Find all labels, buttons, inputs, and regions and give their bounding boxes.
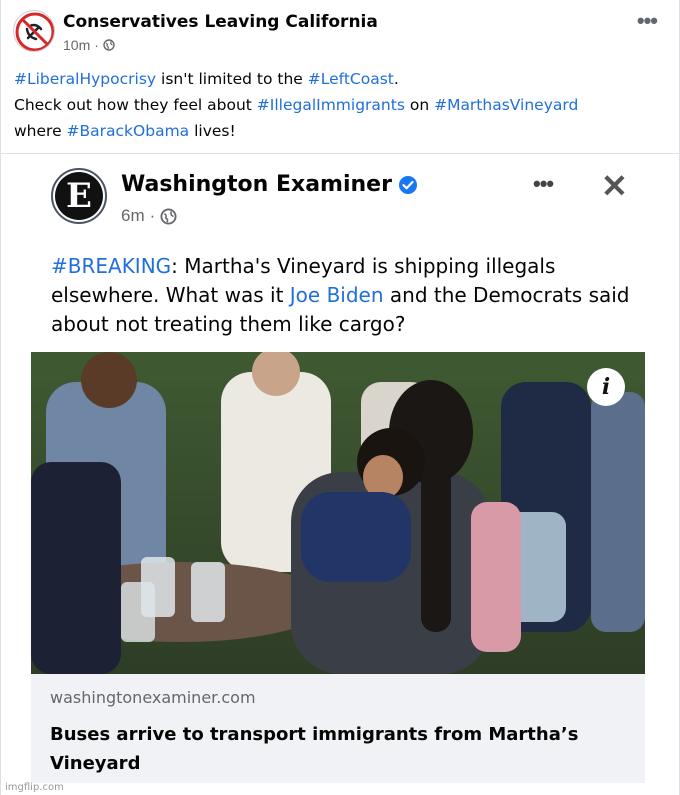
post-header: Conservatives Leaving California 10m · •… [13,10,669,60]
hashtag-link[interactable]: #BarackObama [67,122,190,140]
shared-post-meta: 6m · [121,206,177,226]
post-text-fragment: on [404,96,435,114]
hashtag-link[interactable]: #LeftCoast [308,70,394,88]
post-meta: 10m · [63,37,115,53]
shared-post: E Washington Examiner 6m · ••• ✕ #BREAKI… [31,156,645,783]
more-options-button[interactable]: ••• [637,10,658,32]
post-text: #LiberalHypocrisy isn't limited to the #… [14,66,654,144]
imgflip-watermark: imgflip.com [5,782,64,793]
info-button[interactable]: i [587,368,625,406]
page-avatar[interactable] [13,10,55,52]
globe-icon[interactable] [103,39,115,51]
link-preview[interactable]: washingtonexaminer.com Buses arrive to t… [31,674,645,783]
post-text-fragment: . [393,70,399,88]
globe-icon[interactable] [160,207,177,225]
post-text-fragment: where [14,122,67,140]
news-photo[interactable]: i [31,352,645,674]
page-name[interactable]: Conservatives Leaving California [63,12,378,32]
close-icon[interactable]: ✕ [601,170,628,202]
divider [1,153,680,154]
publisher-logo: E [55,172,103,220]
publisher-name[interactable]: Washington Examiner [121,172,392,197]
post-text-fragment: isn't limited to the [156,70,308,88]
link-title[interactable]: Buses arrive to transport immigrants fro… [50,720,610,778]
hashtag-link[interactable]: #BREAKING [51,254,171,278]
hashtag-link[interactable]: #LiberalHypocrisy [14,70,156,88]
post-text-fragment: Check out how they feel about [14,96,257,114]
no-communism-icon [15,12,54,51]
publisher-name-row: Washington Examiner [121,172,418,197]
photo-illustration [31,352,645,674]
hashtag-link[interactable]: #MarthasVineyard [434,96,578,114]
shared-post-text: #BREAKING: Martha's Vineyard is shipping… [51,252,631,339]
post-time[interactable]: 10m [63,37,90,53]
shared-post-time[interactable]: 6m [121,206,145,226]
meta-separator: · [94,37,99,53]
verified-badge-icon [398,175,417,194]
link-domain: washingtonexaminer.com [50,688,256,707]
post-text-fragment: lives! [189,122,236,140]
shared-more-options-button[interactable]: ••• [533,173,554,195]
facebook-post: Conservatives Leaving California 10m · •… [0,0,680,795]
shared-post-header: E Washington Examiner 6m · ••• ✕ [51,168,631,228]
meta-separator: · [149,206,156,225]
mention-link[interactable]: Joe Biden [290,283,384,307]
hashtag-link[interactable]: #IllegalImmigrants [257,96,405,114]
publisher-avatar[interactable]: E [51,168,107,224]
